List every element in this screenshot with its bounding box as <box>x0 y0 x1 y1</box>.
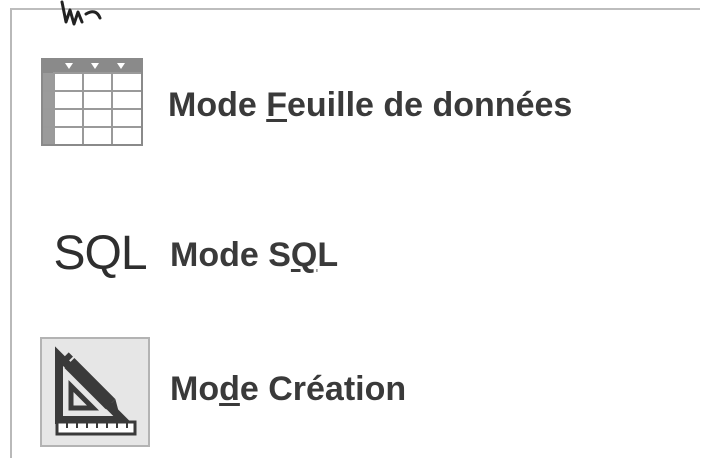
label-text: e Création <box>239 369 407 408</box>
sql-text-icon: SQL <box>53 226 147 280</box>
label-text: L <box>317 235 339 274</box>
menu-item-label: Mode Feuille de données <box>168 86 572 125</box>
hand-cursor-icon <box>56 0 104 36</box>
menu-item-sql-view[interactable]: SQL Mode SQL <box>40 208 338 298</box>
label-text: euille de données <box>287 85 573 124</box>
datasheet-grid-icon <box>40 57 144 147</box>
label-text: Mode <box>168 85 267 124</box>
label-text: Mode S <box>170 235 291 274</box>
accelerator-key: Q <box>290 235 318 274</box>
menu-item-design-view[interactable]: Mode Création <box>40 330 406 454</box>
label-text: Mo <box>170 369 220 408</box>
menu-item-label: Mode Création <box>170 370 406 409</box>
accelerator-key: F <box>266 85 287 124</box>
menu-item-datasheet-view[interactable]: Mode Feuille de données <box>40 52 572 152</box>
accelerator-key: d <box>219 369 240 408</box>
menu-item-label: Mode SQL <box>170 236 338 275</box>
design-ruler-pencil-icon <box>40 337 150 447</box>
view-mode-menu: Mode Feuille de données SQL Mode SQL Mod… <box>10 8 700 458</box>
